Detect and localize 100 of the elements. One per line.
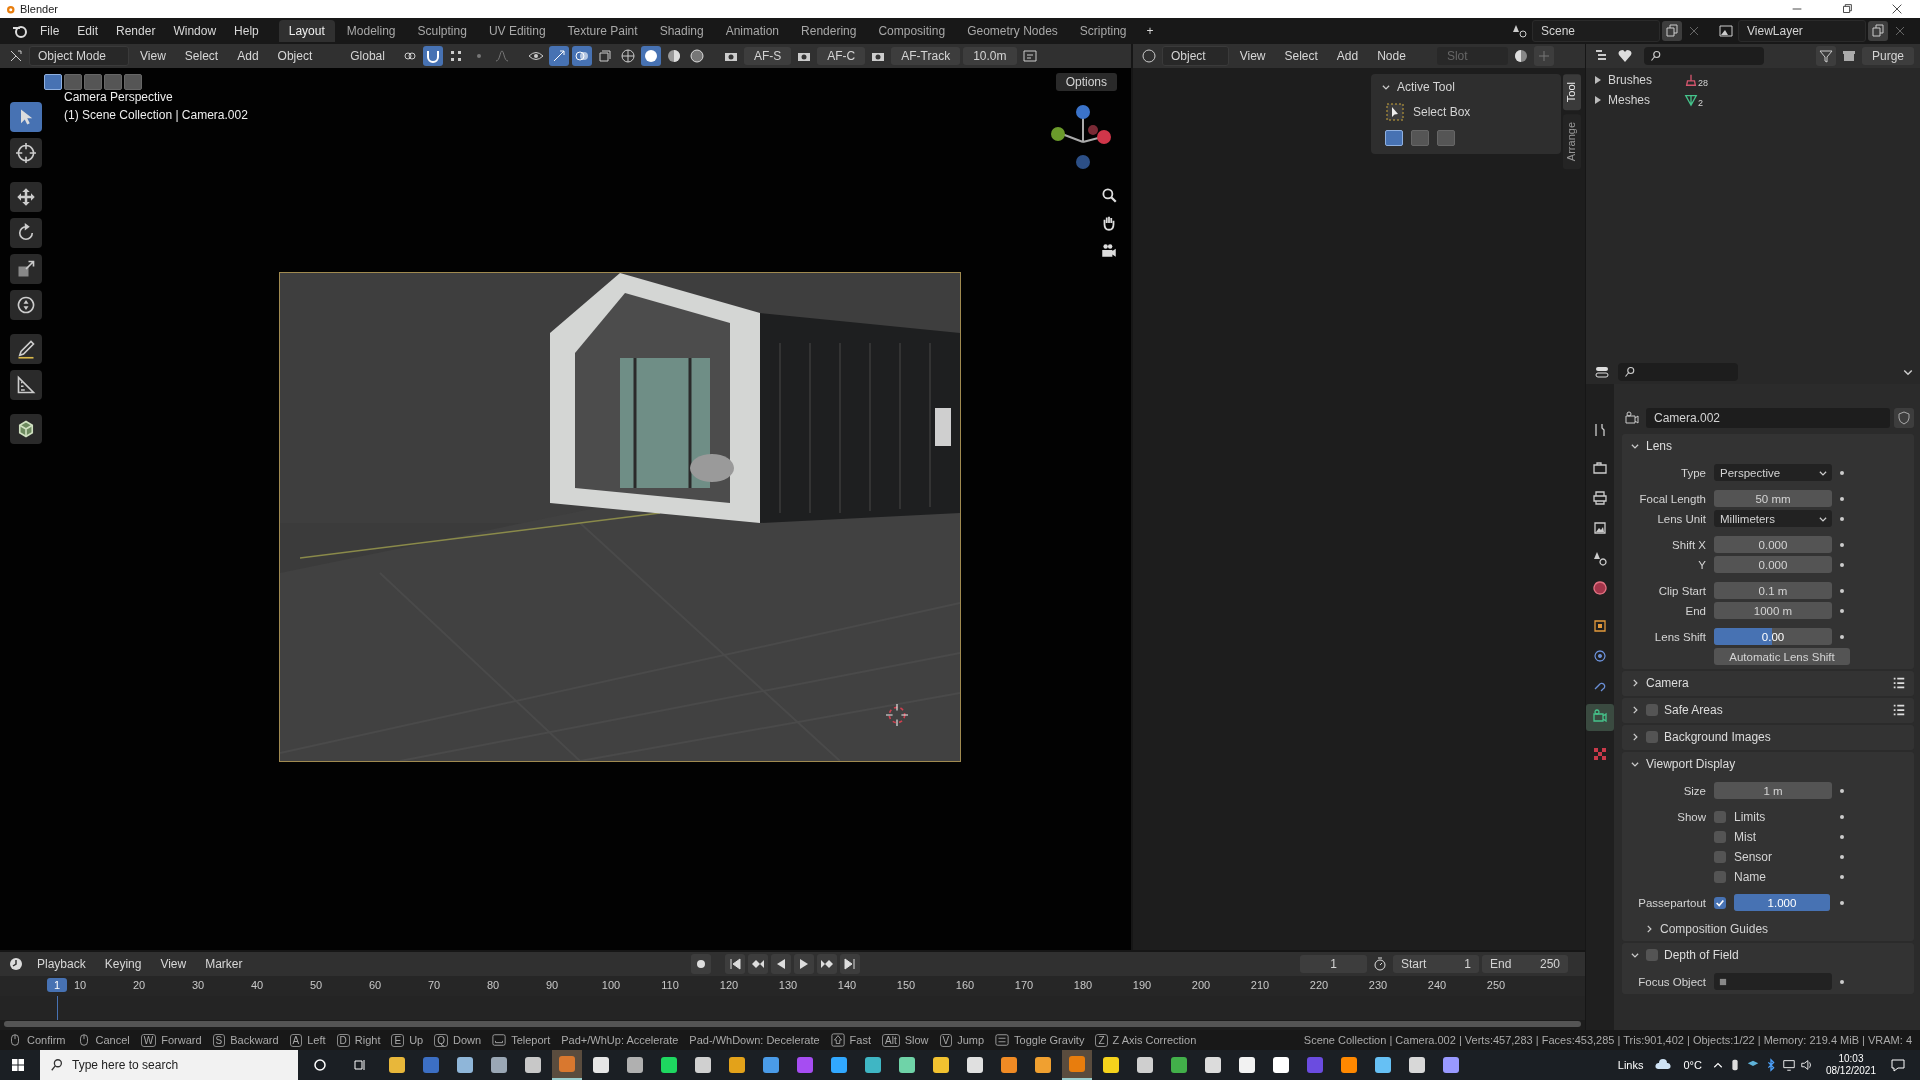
keyframe-dot[interactable] [1840,854,1844,859]
number-field[interactable]: 50 mm [1714,490,1832,507]
workspace-tab[interactable]: UV Editing [478,20,556,42]
workspace-tab[interactable]: Geometry Nodes [957,20,1068,42]
close-icon[interactable] [1890,2,1904,16]
panel-title[interactable]: Viewport Display [1646,757,1736,771]
purge-button[interactable]: Purge [1861,47,1914,65]
sidebar-tab[interactable]: Arrange [1563,114,1581,170]
panel-title[interactable]: Safe Areas [1664,703,1723,717]
keyframe-dot[interactable] [1840,562,1844,567]
play-reverse-icon[interactable] [770,954,791,974]
chevron-icon[interactable] [1630,441,1640,451]
scene-field[interactable]: Scene [1532,20,1660,42]
links-toolbar[interactable]: Links [1611,1059,1650,1071]
workspace-tab[interactable]: Rendering [791,20,867,42]
keyframe-dot[interactable] [1840,788,1844,793]
mode-dropdown[interactable]: Object Mode [29,46,130,66]
maximize-icon[interactable] [1840,2,1854,16]
focus-button[interactable]: AF-S [743,47,792,65]
chevron-icon[interactable] [1630,732,1640,742]
checkbox[interactable] [1646,949,1658,961]
play-icon[interactable] [793,954,814,974]
keyframe-dot[interactable] [1840,874,1844,879]
keyframe-dot[interactable] [1840,814,1844,819]
menu-item[interactable]: Select [176,46,227,66]
expand-triangle-icon[interactable] [1594,95,1602,104]
keyframe-dot[interactable] [1840,834,1844,839]
focus-button[interactable]: AF-Track [891,47,961,65]
next-keyframe-icon[interactable] [816,954,837,974]
menu-item[interactable]: Node [1369,46,1414,66]
workspace-tab[interactable]: Scripting [1069,20,1137,42]
list-icon[interactable] [1892,676,1906,690]
keyframe-dot[interactable] [1840,542,1844,547]
menu-item[interactable]: Add [1328,46,1367,66]
outliner-item[interactable]: Brushes [1608,72,1678,87]
expand-triangle-icon[interactable] [1594,75,1602,84]
dropdown[interactable]: Perspective [1714,464,1832,481]
end-frame-field[interactable]: End 250 [1482,955,1568,973]
add-workspace-button[interactable]: + [1138,21,1162,41]
menu-item[interactable]: Keying [96,954,150,974]
tool-button[interactable] [10,102,42,132]
checkbox[interactable] [1646,731,1658,743]
keyframe-dot[interactable] [1840,470,1844,475]
zoom-icon[interactable] [1100,186,1118,204]
distance-field[interactable]: 10.0m [963,47,1017,65]
chevron-icon[interactable] [1644,923,1654,934]
workspace-tab[interactable]: Sculpting [407,20,477,42]
panel-title[interactable]: Depth of Field [1664,948,1739,962]
menu-item[interactable]: Add [229,46,267,66]
search-field[interactable] [1644,47,1764,65]
tool-button[interactable] [10,138,42,168]
menu-item[interactable]: View [1231,46,1274,66]
tool-button[interactable] [10,218,42,248]
select-box-icon[interactable] [1385,102,1405,122]
menu-item[interactable]: View [152,954,195,974]
chevron-icon[interactable] [1630,705,1640,715]
clock-time[interactable]: 10:03 [1838,1053,1864,1065]
checkbox[interactable] [1646,704,1658,716]
previous-keyframe-icon[interactable] [747,954,768,974]
workspace-tab[interactable]: Shading [649,20,714,42]
gizmo-icon[interactable] [548,46,569,66]
keyframe-dot[interactable] [1840,979,1844,984]
search-field[interactable] [1618,363,1738,381]
keyframe-dot[interactable] [1840,496,1844,501]
menu-item[interactable]: Select [1276,46,1326,66]
keyframe-dot[interactable] [1840,588,1844,593]
checkbox[interactable] [1714,830,1726,843]
filter-icon[interactable] [1815,46,1836,66]
number-field[interactable]: 0.000 [1714,556,1832,573]
shield-icon[interactable] [1894,408,1914,428]
slider-field[interactable]: 1.000 [1734,894,1830,911]
subpanel-title[interactable]: Composition Guides [1660,921,1769,936]
options-dropdown[interactable]: Options [1055,73,1117,91]
chevron-icon[interactable] [1381,82,1391,92]
workspace-tab[interactable]: Modeling [336,20,406,42]
checkbox[interactable] [1714,896,1726,909]
tool-button[interactable] [10,334,42,364]
jump-end-icon[interactable] [839,954,860,974]
object-field[interactable] [1714,973,1832,990]
checkbox[interactable] [1714,870,1726,883]
menu-item[interactable]: Window [165,21,225,41]
outliner-item[interactable]: Meshes [1608,92,1678,107]
panel-title[interactable]: Lens [1646,439,1673,453]
keyframe-dot[interactable] [1840,516,1844,521]
printer-icon[interactable] [1590,488,1610,508]
globe-icon[interactable] [1590,578,1610,598]
tool-button[interactable] [10,182,42,212]
menu-item[interactable]: Playback [29,954,94,974]
menu-item[interactable]: Edit [69,21,107,41]
overlay-icon[interactable] [571,46,592,66]
panel-title[interactable]: Background Images [1664,730,1771,744]
copy-icon[interactable] [1868,21,1888,41]
current-frame-marker[interactable]: 1 [47,978,67,992]
panel-title[interactable]: Active Tool [1397,80,1455,94]
data-name-field[interactable]: Camera.002 [1646,408,1890,428]
current-frame-field[interactable]: 1 [1300,955,1367,973]
workspace-tab[interactable]: Layout [278,20,335,42]
menu-item[interactable]: Render [108,21,164,41]
checkbox[interactable] [1714,810,1726,823]
menu-item[interactable]: File [32,21,68,41]
